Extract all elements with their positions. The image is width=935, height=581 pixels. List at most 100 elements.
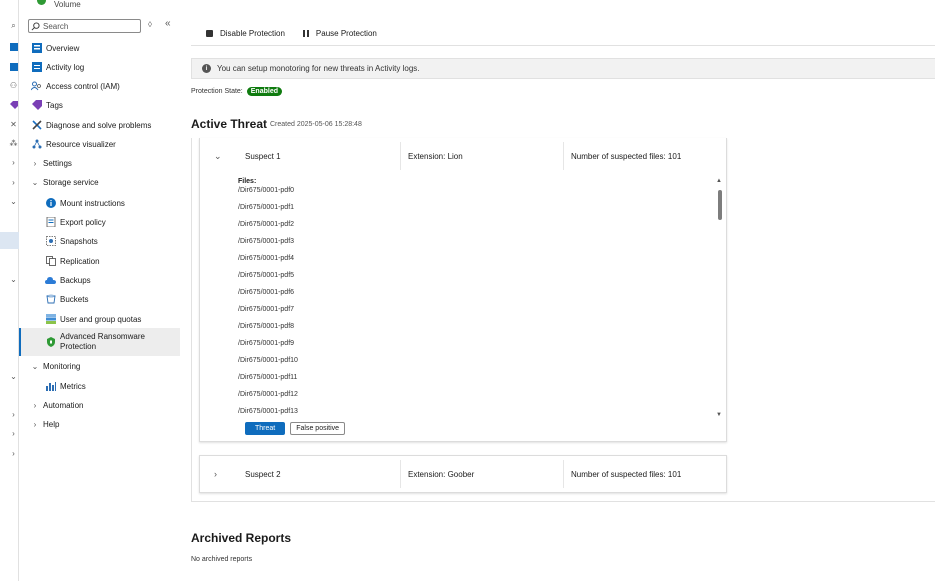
chevron-down-icon[interactable]: ⌄: [9, 275, 18, 284]
chevron-right-icon: ›: [33, 400, 37, 410]
sidebar-item-export-policy[interactable]: Export policy: [19, 213, 180, 231]
false-positive-button[interactable]: False positive: [290, 422, 346, 435]
activity-log-icon[interactable]: [9, 62, 18, 71]
snapshot-icon: [45, 236, 56, 247]
list-item: /Dir675/0001-pdf9: [238, 340, 295, 347]
sidebar-item-label: Mount instructions: [60, 198, 125, 208]
sidebar-item-label: Help: [43, 419, 60, 429]
sidebar-item-user-group-quotas[interactable]: User and group quotas: [19, 310, 180, 328]
sidebar-item-resource-visualizer[interactable]: Resource visualizer: [19, 135, 180, 153]
sidebar-item-replication[interactable]: Replication: [19, 252, 180, 270]
divider: [563, 142, 564, 170]
tag-icon[interactable]: [9, 100, 18, 109]
iam-icon: [31, 81, 42, 92]
sidebar-group-monitoring[interactable]: ⌄ Monitoring: [19, 357, 180, 375]
pause-protection-button[interactable]: Pause Protection: [302, 29, 377, 38]
sidebar-group-settings[interactable]: › Settings: [19, 154, 180, 172]
list-item: /Dir675/0001-pdf3: [238, 238, 295, 245]
scroll-up-icon[interactable]: ▲: [716, 178, 722, 184]
sidebar-item-label: Access control (IAM): [46, 81, 120, 91]
visualizer-icon[interactable]: ⁂: [9, 139, 18, 148]
suspect-header[interactable]: › Suspect 2 Extension: Goober Number of …: [200, 456, 726, 492]
resource-type-label: Volume: [54, 0, 81, 9]
collapse-sidebar-icon[interactable]: «: [165, 18, 171, 29]
suspect-name: Suspect 1: [245, 151, 281, 161]
export-policy-icon: [45, 217, 56, 228]
sidebar-item-buckets[interactable]: Buckets: [19, 290, 180, 308]
chevron-right-icon[interactable]: ›: [9, 449, 18, 458]
scroll-thumb[interactable]: [718, 190, 722, 220]
chevron-down-icon[interactable]: ⌄: [214, 151, 222, 162]
search-icon[interactable]: ⌕: [9, 21, 18, 30]
sidebar-item-label: User and group quotas: [60, 314, 142, 324]
chevron-right-icon[interactable]: ›: [9, 410, 18, 419]
chevron-down-icon[interactable]: ⌄: [9, 372, 18, 381]
sidebar-item-iam[interactable]: Access control (IAM): [19, 77, 180, 95]
left-rail: ⌕ ⚇ ✕ ⁂ › › ⌄ ⌄ ⌄ › › ›: [0, 0, 19, 581]
info-icon: [45, 198, 56, 209]
tag-icon: [31, 100, 42, 111]
divider: [191, 45, 935, 46]
sidebar-item-label: Diagnose and solve problems: [46, 120, 152, 130]
resource-sidebar: Volume ◊ « Overview Activity log Access …: [19, 0, 180, 581]
divider: [563, 460, 564, 488]
threat-button[interactable]: Threat: [245, 422, 286, 435]
sidebar-group-automation[interactable]: › Automation: [19, 396, 180, 414]
sidebar-item-overview[interactable]: Overview: [19, 39, 180, 57]
sidebar-group-storage-service[interactable]: ⌄ Storage service: [19, 173, 180, 191]
disable-protection-button[interactable]: Disable Protection: [191, 29, 285, 38]
suspect-file-count: Number of suspected files: 101: [571, 151, 682, 161]
sidebar-item-diagnose[interactable]: Diagnose and solve problems: [19, 116, 180, 134]
list-item: /Dir675/0001-pdf10: [238, 357, 298, 364]
sidebar-item-backups[interactable]: Backups: [19, 271, 180, 289]
wrench-icon: [31, 120, 42, 131]
list-item: /Dir675/0001-pdf8: [238, 323, 295, 330]
iam-icon[interactable]: ⚇: [9, 81, 18, 90]
sidebar-item-snapshots[interactable]: Snapshots: [19, 232, 180, 250]
suspect-name: Suspect 2: [245, 469, 281, 479]
archived-reports-title: Archived Reports: [191, 531, 292, 545]
protection-state-label: Protection State:: [191, 88, 243, 95]
info-banner: i You can setup monotoring for new threa…: [191, 58, 935, 79]
chevron-right-icon[interactable]: ›: [214, 469, 217, 479]
suspect-files-list[interactable]: Files: /Dir675/0001-pdf0 /Dir675/0001-pd…: [238, 178, 723, 420]
vertical-scrollbar[interactable]: ▲ ▼: [716, 178, 723, 418]
chevron-right-icon[interactable]: ›: [9, 429, 18, 438]
files-label: Files:: [238, 178, 257, 185]
sidebar-search[interactable]: [28, 19, 141, 33]
chevron-right-icon[interactable]: ›: [9, 158, 18, 167]
sidebar-item-mount-instructions[interactable]: Mount instructions: [19, 194, 180, 212]
volume-icon: [37, 0, 46, 5]
bucket-icon: [45, 294, 56, 305]
active-threat-title: Active Threat: [191, 117, 268, 131]
archived-reports-empty: No archived reports: [191, 556, 253, 563]
suspect-header[interactable]: ⌄ Suspect 1 Extension: Lion Number of su…: [200, 138, 726, 174]
search-input[interactable]: [40, 21, 135, 31]
sidebar-item-label: Storage service: [43, 177, 99, 187]
chevron-right-icon: ›: [33, 158, 37, 168]
sidebar-item-label: Snapshots: [60, 236, 98, 246]
shield-icon: [45, 337, 56, 348]
wrench-icon[interactable]: ✕: [9, 120, 18, 129]
sidebar-item-label: Buckets: [60, 294, 89, 304]
divider: [400, 460, 401, 488]
sidebar-item-activity-log[interactable]: Activity log: [19, 58, 180, 76]
sidebar-group-help[interactable]: › Help: [19, 415, 180, 433]
chevron-right-icon[interactable]: ›: [9, 178, 18, 187]
overview-icon[interactable]: [9, 42, 18, 51]
chevron-down-icon[interactable]: ⌄: [9, 197, 18, 206]
sidebar-item-tags[interactable]: Tags: [19, 96, 180, 114]
visualizer-icon: [31, 139, 42, 150]
sidebar-item-advanced-ransomware-protection[interactable]: Advanced Ransomware Protection: [19, 328, 180, 356]
list-item: /Dir675/0001-pdf2: [238, 221, 295, 228]
sidebar-item-label: Advanced Ransomware: [60, 332, 145, 341]
sidebar-item-metrics[interactable]: Metrics: [19, 377, 180, 395]
suspect-extension: Extension: Lion: [408, 151, 463, 161]
activity-log-icon: [31, 62, 42, 73]
scroll-down-icon[interactable]: ▼: [716, 412, 722, 418]
sort-icon[interactable]: ◊: [148, 20, 152, 29]
suspect-extension: Extension: Goober: [408, 469, 475, 479]
suspect-actions: Threat False positive: [245, 422, 346, 435]
protection-state: Protection State: Enabled: [191, 87, 282, 96]
pause-icon: [302, 29, 309, 37]
